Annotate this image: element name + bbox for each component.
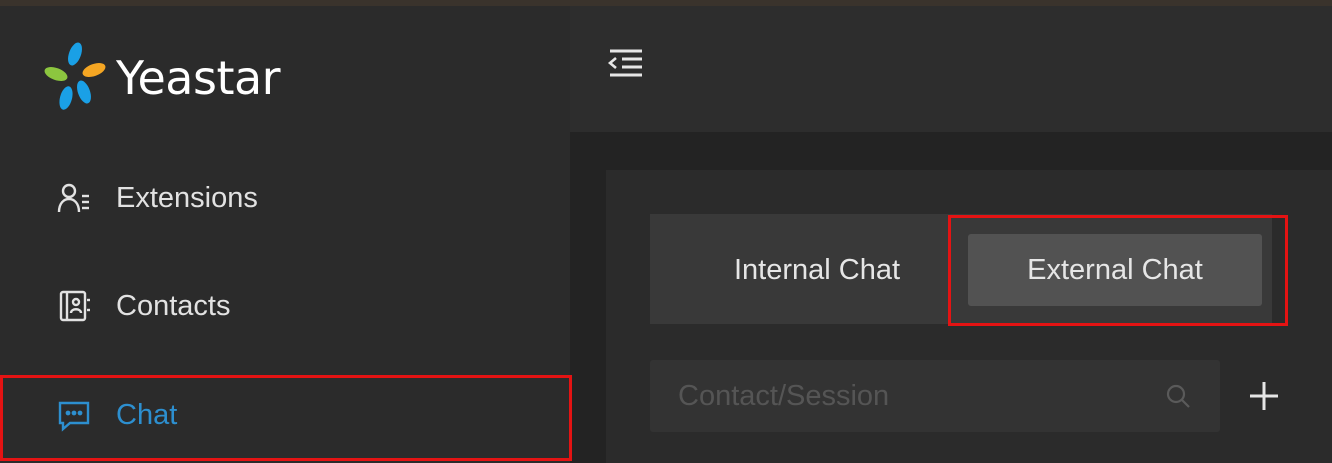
chat-bubble-icon [56, 397, 92, 433]
address-book-icon [56, 288, 92, 324]
sidebar-item-label: Extensions [116, 181, 258, 214]
search-box [650, 360, 1220, 432]
search-input[interactable] [650, 365, 1150, 427]
plus-icon[interactable] [1246, 378, 1282, 414]
menu-collapse-icon[interactable] [606, 46, 646, 82]
sidebar-item-chat[interactable]: Chat [0, 373, 570, 457]
logo: Yeastar [40, 40, 281, 116]
sidebar-item-label: Chat [116, 398, 178, 431]
tab-internal-chat[interactable]: Internal Chat [670, 234, 964, 306]
main-content: Internal Chat External Chat [570, 6, 1332, 463]
sidebar-item-extensions[interactable]: Extensions [0, 156, 570, 240]
search-icon[interactable] [1164, 382, 1192, 410]
logo-text: Yeastar [116, 51, 281, 105]
sidebar: Yeastar Extensions Contacts Chat [0, 6, 570, 463]
chat-panel: Internal Chat External Chat [606, 170, 1332, 463]
sidebar-item-contacts[interactable]: Contacts [0, 264, 570, 348]
tab-external-chat[interactable]: External Chat [968, 234, 1262, 306]
user-list-icon [56, 180, 92, 216]
chat-tabs: Internal Chat External Chat [650, 214, 1272, 324]
yeastar-logo-icon [44, 42, 106, 110]
sidebar-item-label: Contacts [116, 289, 231, 322]
top-bar [570, 6, 1332, 132]
